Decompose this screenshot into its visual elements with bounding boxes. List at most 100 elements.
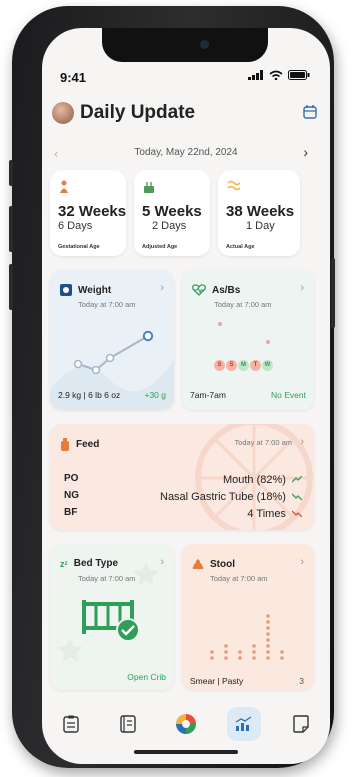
day-pill: T <box>250 360 261 371</box>
day-pill: S <box>226 360 237 371</box>
crib-icon <box>82 600 140 642</box>
nav-clipboard[interactable] <box>54 707 88 741</box>
age-caption: Gestational Age <box>58 244 100 250</box>
gestational-age-card[interactable]: 32 Weeks 6 Days Gestational Age <box>50 170 126 256</box>
feed-card[interactable]: Feed Today at 7:00 am › PO NG BF Mouth (… <box>50 424 314 530</box>
feed-value-row: 4 Times <box>160 506 302 523</box>
stool-dot-chart <box>210 614 284 660</box>
age-weeks: 32 Weeks <box>58 203 127 220</box>
feed-value: Mouth (82%) <box>222 474 286 486</box>
age-days: 2 Days <box>152 220 187 232</box>
trend-down-icon <box>292 493 302 500</box>
feed-type: NG <box>64 490 79 501</box>
adjusted-age-card[interactable]: 5 Weeks 2 Days Adjusted Age <box>134 170 210 256</box>
asbs-chevron-icon[interactable]: › <box>300 282 304 294</box>
feed-type: BF <box>64 507 78 518</box>
asbs-time: Today at 7:00 am <box>214 300 272 309</box>
feed-type: PO <box>64 473 79 484</box>
weight-label: Weight <box>78 284 112 296</box>
baby-icon <box>60 180 68 193</box>
heart-pulse-icon <box>192 284 206 296</box>
date-navigator: ‹ Today, May 22nd, 2024 › <box>42 144 330 164</box>
volume-down-button <box>9 264 13 310</box>
stool-header: Stool <box>192 558 235 570</box>
age-weeks: 38 Weeks <box>226 203 295 220</box>
asbs-card[interactable]: As/Bs › Today at 7:00 am S S M T W 7am-7… <box>182 270 314 410</box>
nav-notes[interactable] <box>284 707 318 741</box>
status-time: 9:41 <box>60 70 87 85</box>
current-date: Today, May 22nd, 2024 <box>134 147 238 158</box>
nav-home[interactable] <box>169 707 203 741</box>
nav-dashboard[interactable] <box>226 707 261 741</box>
feed-value: Nasal Gastric Tube (18%) <box>160 491 286 503</box>
page-title: Daily Update <box>80 102 196 123</box>
stool-chevron-icon[interactable]: › <box>300 556 304 568</box>
feed-label: Feed <box>76 439 100 450</box>
header: Daily Update <box>48 98 324 128</box>
chart-icon <box>235 716 251 731</box>
bed-type-header: zᶻ Bed Type <box>60 558 118 569</box>
waves-icon <box>227 180 241 191</box>
bed-type-card[interactable]: zᶻ Bed Type › Today at 7:00 am Open Crib <box>50 544 174 690</box>
age-days: 1 Day <box>246 220 275 232</box>
bed-type-value: Open Crib <box>127 672 166 682</box>
weight-value: 2.9 kg | 6 lb 6 oz <box>58 390 121 400</box>
feed-header: Feed <box>60 438 99 451</box>
cake-icon <box>144 182 154 193</box>
day-strip: S S M T W <box>214 360 273 371</box>
wifi-icon <box>269 70 283 80</box>
weight-delta: +30 g <box>144 390 166 400</box>
day-pill: W <box>262 360 273 371</box>
feed-value-row: Nasal Gastric Tube (18%) <box>160 489 302 506</box>
scale-icon <box>60 284 72 296</box>
trend-up-icon <box>292 476 302 483</box>
mute-switch <box>9 160 13 186</box>
stool-label: Stool <box>210 558 235 570</box>
weight-chevron-icon[interactable]: › <box>160 282 164 294</box>
age-caption: Adjusted Age <box>142 244 178 250</box>
feed-chevron-icon[interactable]: › <box>300 436 304 448</box>
battery-icon <box>288 70 310 80</box>
bed-type-label: Bed Type <box>73 558 119 569</box>
weight-card[interactable]: Weight › Today at 7:00 am 2.9 kg | 6 lb … <box>50 270 174 410</box>
avatar[interactable] <box>52 102 74 124</box>
age-weeks: 5 Weeks <box>142 203 202 220</box>
home-indicator <box>134 750 238 754</box>
nav-journal[interactable] <box>111 707 145 741</box>
signal-icon <box>248 70 263 80</box>
brand-logo-icon <box>175 714 196 734</box>
actual-age-card[interactable]: 38 Weeks 1 Day Actual Age <box>218 170 300 256</box>
stool-icon <box>192 559 204 569</box>
asbs-range: 7am-7am <box>190 390 226 400</box>
power-button <box>331 258 335 328</box>
stool-card[interactable]: Stool › Today at 7:00 am Smear | Pasty 3 <box>182 544 314 690</box>
weight-header: Weight <box>60 284 111 296</box>
clipboard-icon <box>63 715 79 733</box>
next-day-icon[interactable]: › <box>303 144 308 160</box>
weight-trend-graph <box>73 330 154 375</box>
day-pill: S <box>214 360 225 371</box>
feed-value-row: Mouth (82%) <box>160 472 302 489</box>
status-icons <box>248 70 310 80</box>
stool-count: 3 <box>299 676 304 686</box>
feed-values: Mouth (82%) Nasal Gastric Tube (18%) 4 T… <box>160 472 302 523</box>
event-dot <box>266 340 270 344</box>
bed-type-chevron-icon[interactable]: › <box>160 556 164 568</box>
asbs-header: As/Bs <box>192 284 240 296</box>
day-pill: M <box>238 360 249 371</box>
feed-value: 4 Times <box>247 508 286 520</box>
feed-types: PO NG BF <box>64 470 79 521</box>
sleep-icon: zᶻ <box>60 558 68 569</box>
age-caption: Actual Age <box>226 244 255 250</box>
camera <box>200 40 209 49</box>
calendar-icon[interactable] <box>302 104 318 120</box>
asbs-status: No Event <box>271 390 306 400</box>
stool-time: Today at 7:00 am <box>210 574 268 583</box>
phone-frame: 9:41 Daily Update ‹ Today, May 22nd, 202… <box>9 6 335 768</box>
trend-down-icon <box>292 510 302 517</box>
weight-time: Today at 7:00 am <box>78 300 136 309</box>
screen: 9:41 Daily Update ‹ Today, May 22nd, 202… <box>42 28 330 764</box>
feed-time: Today at 7:00 am <box>234 438 292 447</box>
bed-type-time: Today at 7:00 am <box>78 574 136 583</box>
volume-up-button <box>9 206 13 252</box>
